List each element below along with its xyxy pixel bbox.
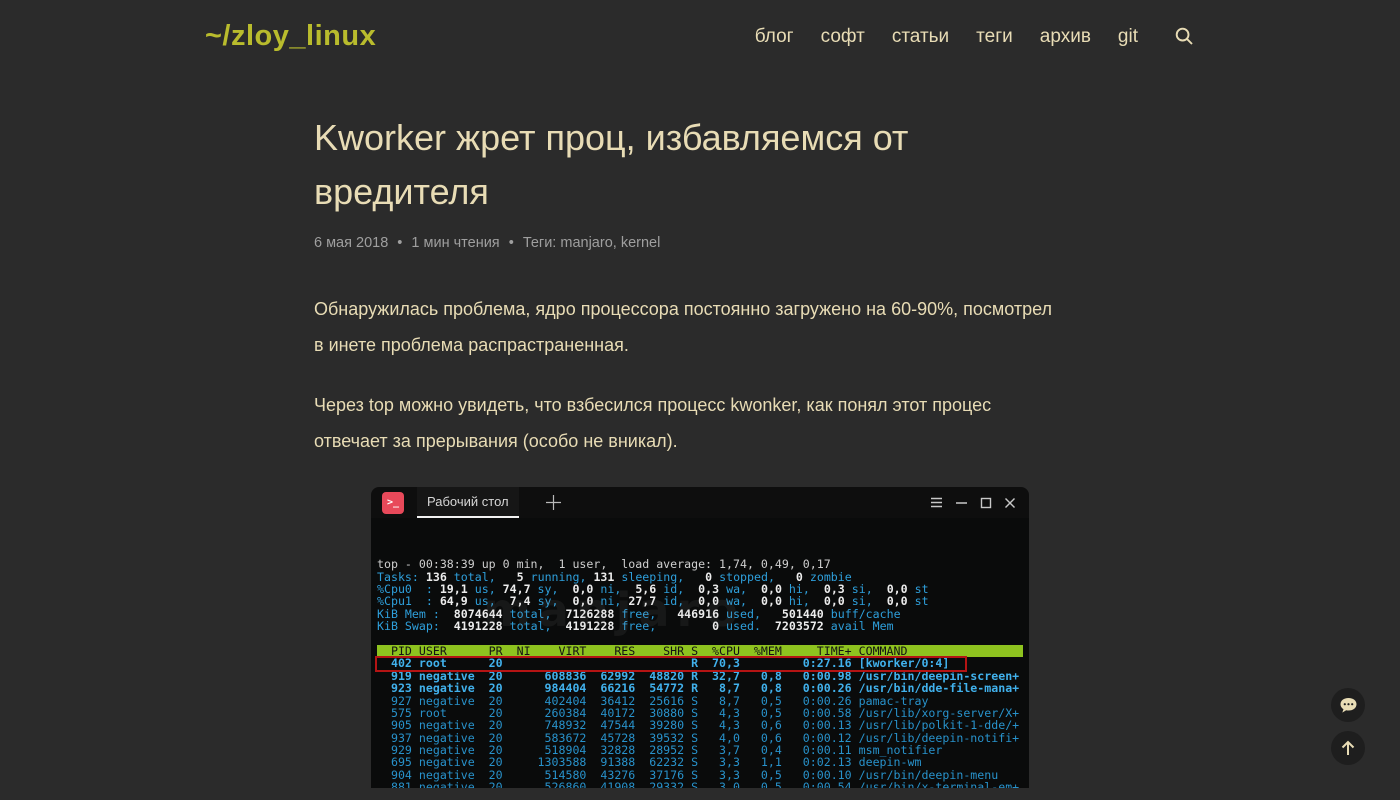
terminal-window-controls [930,497,1016,509]
page-title: Kworker жрет проц, избавляемся от вредит… [314,111,994,219]
post-tags-label: Теги: [523,235,557,251]
post-body: Обнаружилась проблема, ядро процессора п… [314,291,1086,788]
nav-item-blog[interactable]: блог [755,26,794,48]
post-image-terminal-screenshot[interactable]: >_ Рабочий стол [371,487,1029,788]
nav-item-soft[interactable]: софт [821,26,865,48]
post-paragraph: Через top можно увидеть, что взбесился п… [314,387,1062,459]
post-article: Kworker жрет проц, избавляемся от вредит… [314,53,1086,788]
top-process-row: 695 negative 20 1303588 91388 62232 S 3,… [377,756,1023,768]
nav-item-articles[interactable]: статьи [892,26,949,48]
terminal-titlebar: >_ Рабочий стол [371,487,1029,518]
terminal-screen: manjaro top - 00:38:39 up 0 min, 1 user,… [371,518,1029,788]
nav-item-tags[interactable]: теги [976,26,1013,48]
top-process-row: 881 negative 20 526860 41908 29332 S 3,0… [377,781,1023,788]
maximize-icon [980,497,992,509]
top-process-row: 905 negative 20 748932 47544 39280 S 4,3… [377,719,1023,731]
menu-icon [930,497,943,508]
page-header: ~/zloy_linux блог софт статьи теги архив… [0,0,1400,53]
terminal-tab: Рабочий стол [417,487,519,518]
post-paragraph: Обнаружилась проблема, ядро процессора п… [314,291,1062,363]
nav-item-archive[interactable]: архив [1040,26,1091,48]
main-nav: блог софт статьи теги архив git [728,26,1195,48]
search-icon[interactable] [1174,26,1195,47]
top-process-row: 402 root 20 R 70,3 0:27.16 [kworker/0:4] [377,657,1023,669]
post-reading-time: 1 мин чтения [411,235,499,251]
post-tags[interactable]: manjaro, kernel [560,235,660,251]
top-summary-line: KiB Swap: 4191228 total, 4191228 free, 0… [377,620,1023,632]
close-icon [1004,497,1016,509]
scroll-to-top-button[interactable] [1331,731,1365,765]
meta-separator: • [397,235,402,251]
comment-bubble-icon [1339,697,1358,714]
post-date: 6 мая 2018 [314,235,388,251]
minimize-icon [955,497,968,508]
meta-separator: • [509,235,514,251]
top-process-row: 923 negative 20 984404 66216 54772 R 8,7… [377,682,1023,694]
post-meta: 6 мая 2018 • 1 мин чтения • Теги: manjar… [314,235,1086,251]
comments-button[interactable] [1331,688,1365,722]
site-title[interactable]: ~/zloy_linux [205,20,376,53]
nav-item-git[interactable]: git [1118,26,1138,48]
arrow-up-icon [1339,739,1357,757]
terminal-app-icon: >_ [382,492,404,514]
terminal-tab-title: Рабочий стол [427,494,509,509]
new-tab-icon [545,494,562,511]
